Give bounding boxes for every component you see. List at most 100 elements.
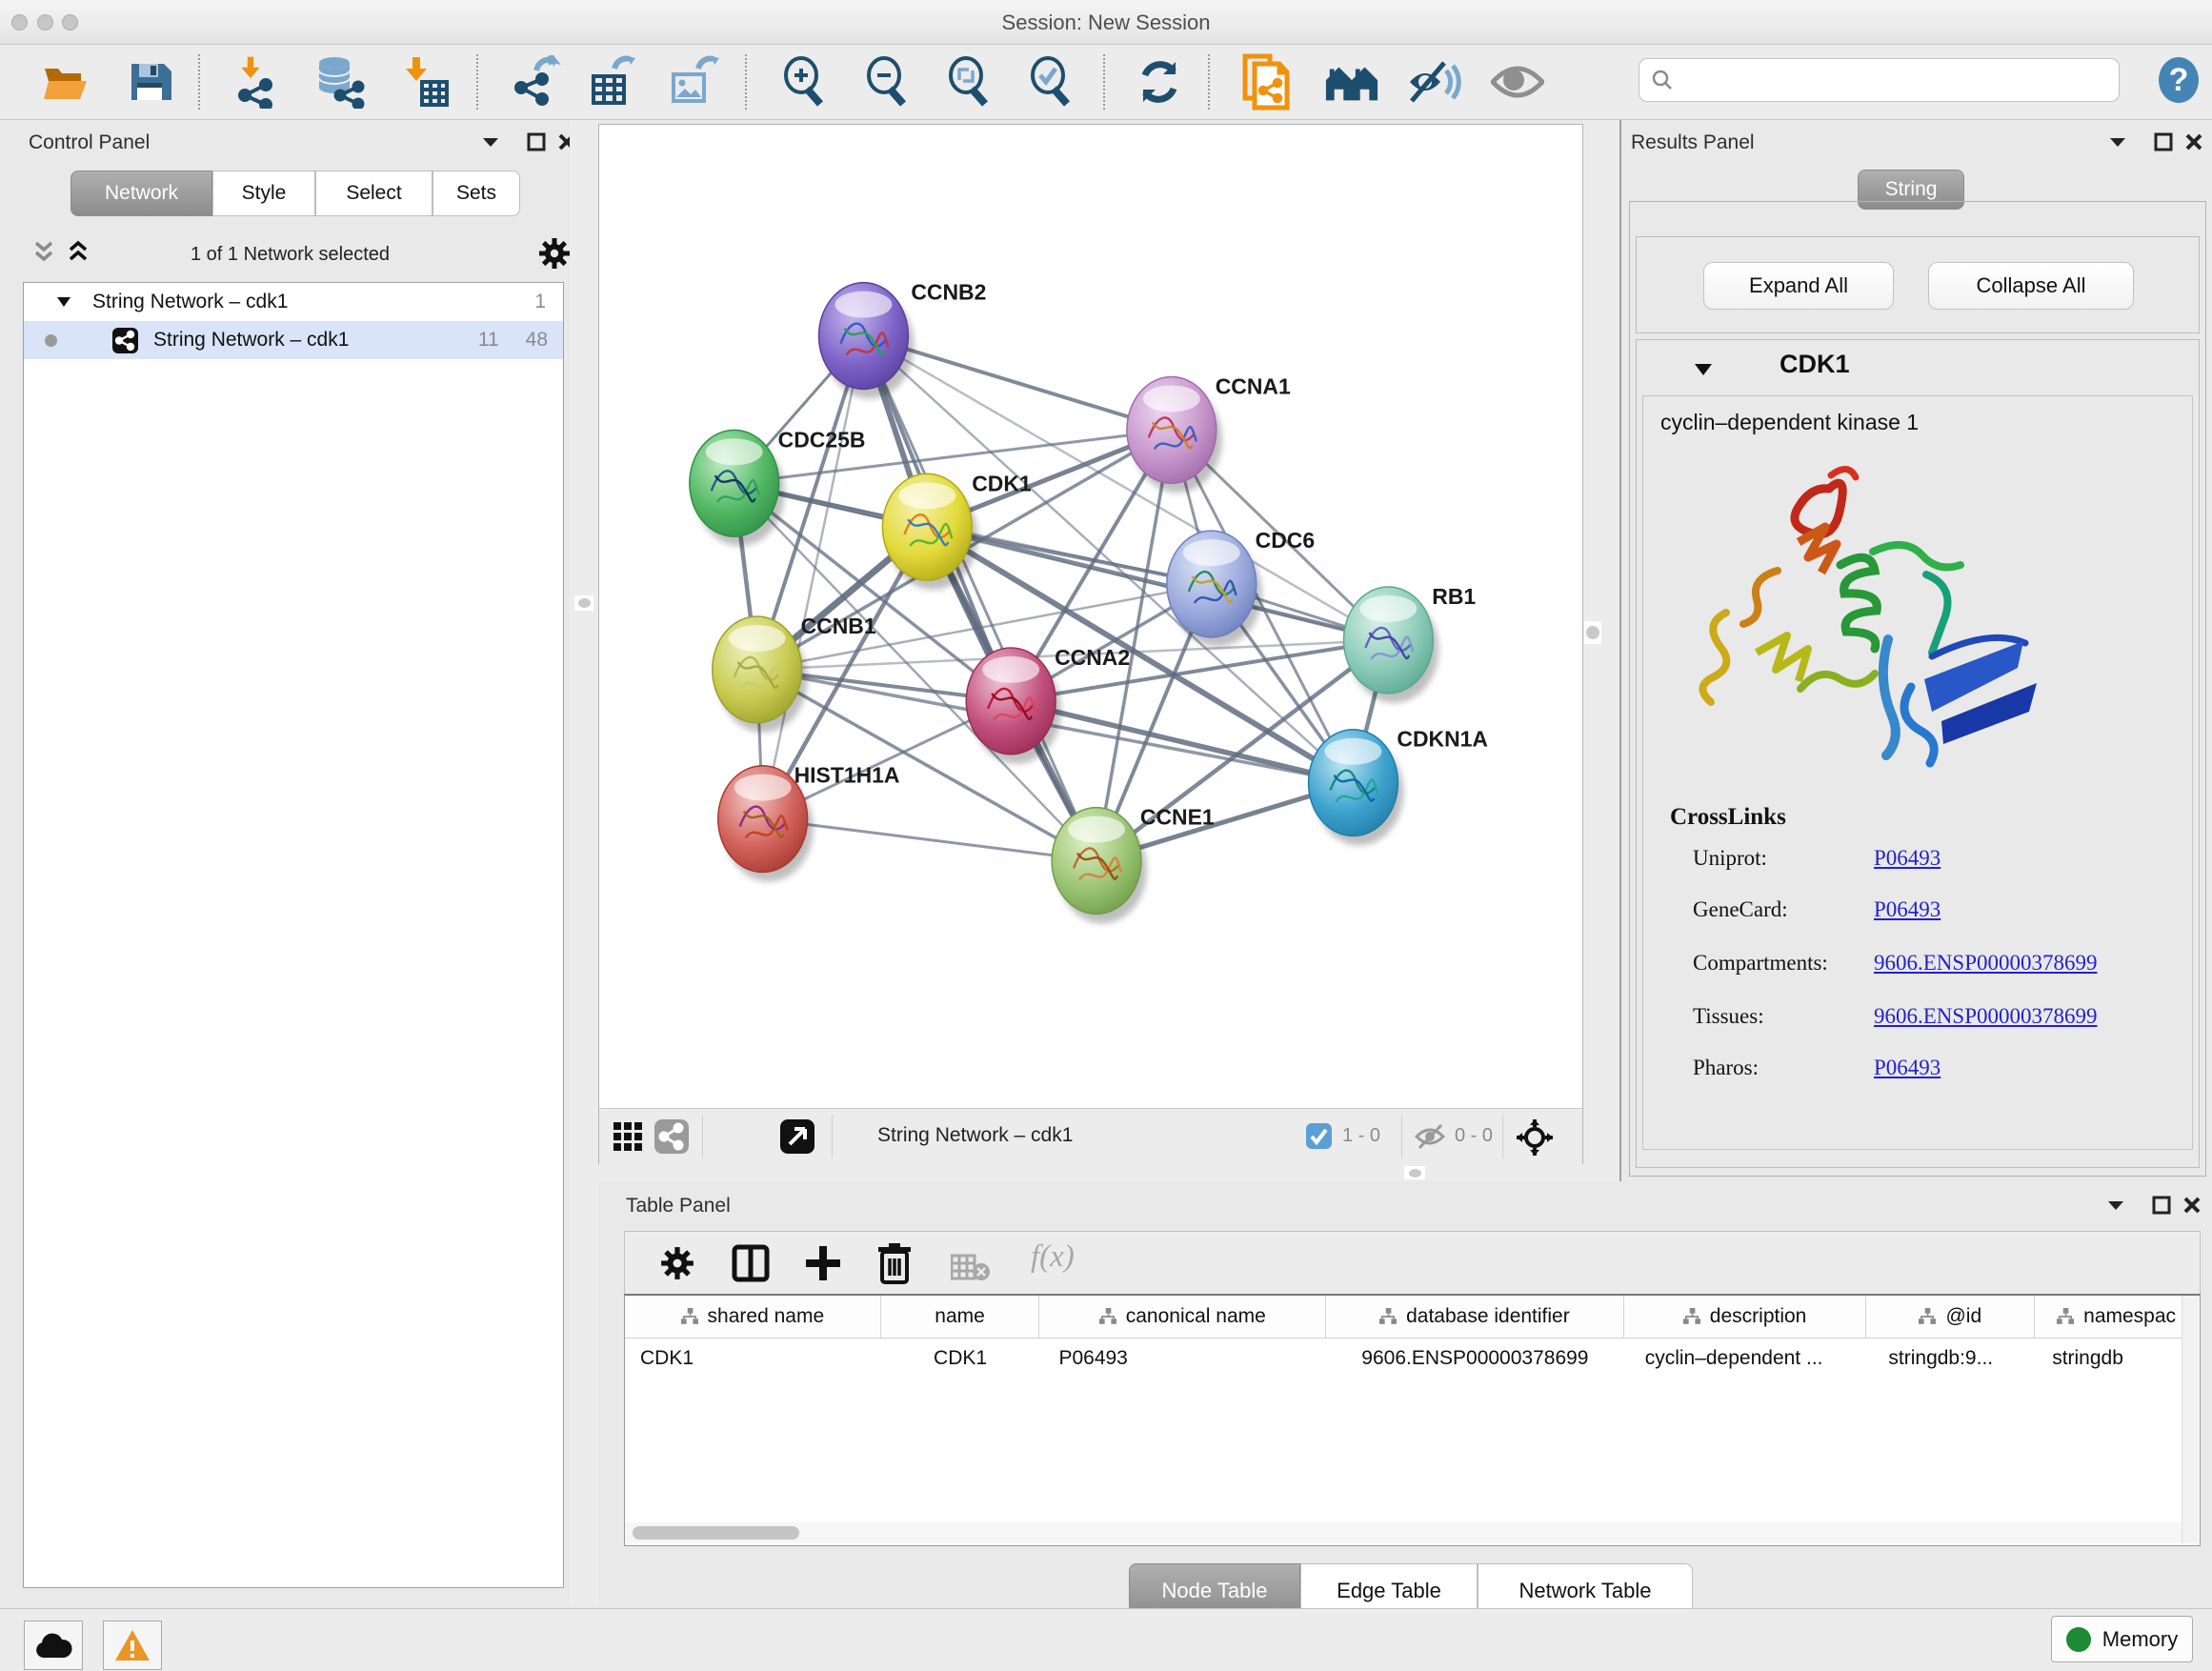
toolbar-separator [745, 54, 747, 110]
show-graphics-details-button[interactable] [1490, 55, 1545, 109]
grid-view-icon[interactable] [613, 1121, 643, 1152]
import-network-button[interactable] [227, 55, 282, 109]
export-network-button[interactable] [507, 55, 562, 109]
graph-node-CCNB1[interactable]: CCNB1 [713, 614, 876, 733]
selected-checkbox-icon[interactable] [1306, 1123, 1332, 1149]
uniprot-link[interactable]: P06493 [1874, 846, 1941, 871]
import-table-button[interactable] [398, 55, 453, 109]
cloud-status-button[interactable] [24, 1621, 83, 1670]
cell-description[interactable]: cyclin–dependent ... [1624, 1338, 1867, 1379]
birds-eye-toggle-icon[interactable] [1516, 1118, 1554, 1157]
crosslink-label: Pharos: [1693, 1056, 1759, 1080]
tab-select[interactable]: Select [315, 171, 432, 216]
zoom-fit-button[interactable] [941, 55, 996, 109]
network-view: CCNB2CCNA1CDC25BCDK1CDC6RB1CCNB1CCNA2CDK… [598, 124, 1583, 1164]
table-settings-gear-icon[interactable] [659, 1245, 695, 1281]
right-splitter-handle[interactable] [1584, 621, 1601, 644]
table-horizontal-scrollbar[interactable] [625, 1522, 2182, 1543]
tab-style[interactable]: Style [212, 171, 315, 216]
results-panel-title: Results Panel [1631, 131, 1755, 154]
table-vertical-scrollbar[interactable] [2182, 1296, 2199, 1543]
cell-name[interactable]: CDK1 [881, 1338, 1040, 1379]
gene-section-collapse-icon[interactable] [1694, 363, 1713, 376]
tab-sets[interactable]: Sets [432, 171, 520, 216]
genecard-link[interactable]: P06493 [1874, 897, 1941, 922]
network-canvas[interactable]: CCNB2CCNA1CDC25BCDK1CDC6RB1CCNB1CCNA2CDK… [599, 125, 1582, 1108]
table-panel-menu-button[interactable] [2103, 1193, 2128, 1218]
string-results-container: Expand All Collapse All CDK1 cyclin–depe… [1629, 201, 2206, 1177]
apply-style-refresh-button[interactable] [1132, 55, 1187, 109]
column-header-canonical-name[interactable]: canonical name [1039, 1296, 1326, 1338]
detach-view-button[interactable] [780, 1119, 814, 1154]
results-panel-close-button[interactable] [2182, 130, 2206, 154]
graph-node-HIST1H1A[interactable]: HIST1H1A [718, 763, 900, 882]
compartments-link[interactable]: 9606.ENSP00000378699 [1874, 951, 2098, 976]
zoom-in-button[interactable] [776, 55, 832, 109]
create-column-plus-icon[interactable] [804, 1244, 842, 1282]
column-header-description[interactable]: description [1624, 1296, 1867, 1338]
cell-database-identifier[interactable]: 9606.ENSP00000378699 [1326, 1338, 1624, 1379]
tissues-link[interactable]: 9606.ENSP00000378699 [1874, 1004, 2098, 1029]
search-box[interactable] [1639, 58, 2120, 102]
expand-all-networks-icon[interactable] [67, 240, 93, 267]
horizontal-scrollbar-thumb[interactable] [633, 1526, 799, 1540]
cell-id[interactable]: stringdb:9... [1866, 1338, 2035, 1379]
graph-node-CCNB2[interactable]: CCNB2 [819, 280, 987, 399]
column-header-shared-name[interactable]: shared name [625, 1296, 881, 1338]
import-network-from-database-button[interactable] [311, 55, 366, 109]
graph-node-CCNA1[interactable]: CCNA1 [1127, 373, 1291, 493]
show-columns-icon[interactable] [732, 1244, 770, 1282]
control-panel-menu-button[interactable] [478, 130, 503, 154]
graph-node-RB1[interactable]: RB1 [1343, 584, 1476, 703]
tree-expand-icon[interactable] [56, 296, 71, 308]
column-header-id[interactable]: @id [1866, 1296, 2035, 1338]
column-header-name[interactable]: name [881, 1296, 1040, 1338]
delete-column-trash-icon[interactable] [876, 1242, 913, 1284]
export-table-button[interactable] [585, 55, 640, 109]
export-image-button[interactable] [665, 55, 720, 109]
left-splitter[interactable] [570, 120, 598, 1606]
column-header-namespace[interactable]: namespac [2035, 1296, 2198, 1338]
pharos-link[interactable]: P06493 [1874, 1056, 1941, 1080]
collapse-all-button[interactable]: Collapse All [1928, 262, 2134, 310]
cell-canonical-name[interactable]: P06493 [1039, 1338, 1326, 1379]
help-button[interactable]: ? [2155, 56, 2202, 104]
cell-namespace[interactable]: stringdb [2035, 1338, 2198, 1379]
save-session-button[interactable] [122, 55, 177, 109]
left-splitter-handle[interactable] [574, 595, 593, 611]
houses-layout-button[interactable] [1324, 55, 1379, 109]
network-row-selected[interactable]: String Network – cdk1 11 48 [24, 321, 563, 359]
cell-shared-name[interactable]: CDK1 [625, 1338, 881, 1379]
right-splitter[interactable] [1583, 120, 1619, 1164]
graph-node-CDK1[interactable]: CDK1 [882, 471, 1032, 590]
table-row[interactable]: CDK1 CDK1 P06493 9606.ENSP00000378699 cy… [625, 1338, 2198, 1379]
collapse-all-networks-icon[interactable] [32, 240, 59, 267]
table-panel-float-button[interactable] [2149, 1193, 2174, 1218]
graph-node-CCNE1[interactable]: CCNE1 [1052, 805, 1215, 924]
memory-button[interactable]: Memory [2051, 1616, 2193, 1662]
search-input[interactable] [1681, 69, 2104, 92]
table-panel-close-button[interactable] [2180, 1193, 2204, 1218]
toolbar-separator [198, 54, 200, 110]
warning-status-button[interactable] [103, 1621, 162, 1670]
results-panel-menu-button[interactable] [2105, 130, 2130, 154]
zoom-out-button[interactable] [859, 55, 915, 109]
graph-node-CCNA2[interactable]: CCNA2 [966, 645, 1130, 764]
column-header-database-identifier[interactable]: database identifier [1326, 1296, 1624, 1338]
graph-node-CDC6[interactable]: CDC6 [1167, 528, 1315, 647]
zoom-selected-button[interactable] [1023, 55, 1078, 109]
results-panel-float-button[interactable] [2151, 130, 2176, 154]
hide-details-button[interactable] [1408, 55, 1463, 109]
network-node-count: 11 [478, 329, 499, 352]
network-collection-row[interactable]: String Network – cdk1 1 [24, 283, 563, 321]
control-panel-float-button[interactable] [524, 130, 549, 154]
network-options-gear-icon[interactable] [537, 236, 572, 271]
network-status-bar: String Network – cdk1 1 - 0 0 - 0 [599, 1108, 1582, 1164]
open-session-button[interactable] [38, 55, 93, 109]
tab-network[interactable]: Network [70, 171, 212, 216]
horizontal-splitter-handle[interactable] [1404, 1166, 1425, 1179]
string-import-button[interactable] [1238, 55, 1294, 109]
expand-all-button[interactable]: Expand All [1703, 262, 1894, 310]
network-share-view-icon[interactable] [654, 1119, 689, 1154]
graph-node-CDKN1A[interactable]: CDKN1A [1309, 727, 1488, 846]
